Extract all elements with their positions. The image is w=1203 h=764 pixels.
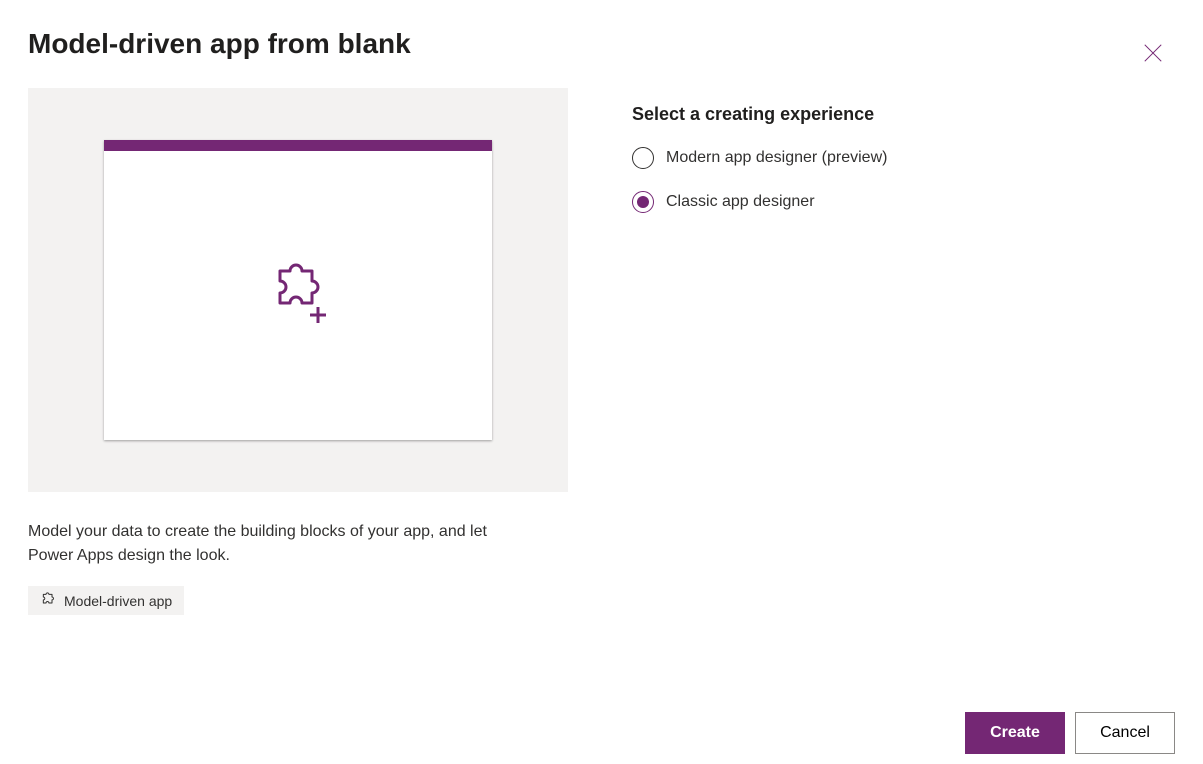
left-column: Model your data to create the building b… [28,88,568,615]
radio-label: Classic app designer [666,193,815,211]
puzzle-plus-icon [262,257,334,334]
radio-icon-selected [632,191,654,213]
dialog-content: Model your data to create the building b… [28,88,1175,615]
radio-option-modern[interactable]: Modern app designer (preview) [632,147,887,169]
radio-label: Modern app designer (preview) [666,149,887,167]
preview-body [104,151,492,440]
experience-radio-group: Modern app designer (preview) Classic ap… [632,147,887,213]
radio-option-classic[interactable]: Classic app designer [632,191,887,213]
puzzle-icon [40,591,56,610]
close-icon [1142,42,1164,67]
close-button[interactable] [1137,38,1169,70]
cancel-button[interactable]: Cancel [1075,712,1175,754]
preview-card [28,88,568,492]
model-driven-app-dialog: Model-driven app from blank [0,0,1203,764]
experience-heading: Select a creating experience [632,104,887,125]
app-type-tag: Model-driven app [28,586,184,615]
dialog-footer: Create Cancel [965,712,1175,754]
right-column: Select a creating experience Modern app … [632,88,887,615]
radio-icon [632,147,654,169]
create-button[interactable]: Create [965,712,1065,754]
description-text: Model your data to create the building b… [28,520,508,568]
preview-window [104,140,492,440]
preview-topbar [104,140,492,151]
radio-dot-icon [637,196,649,208]
tag-label: Model-driven app [64,593,172,609]
dialog-title: Model-driven app from blank [28,28,1175,60]
